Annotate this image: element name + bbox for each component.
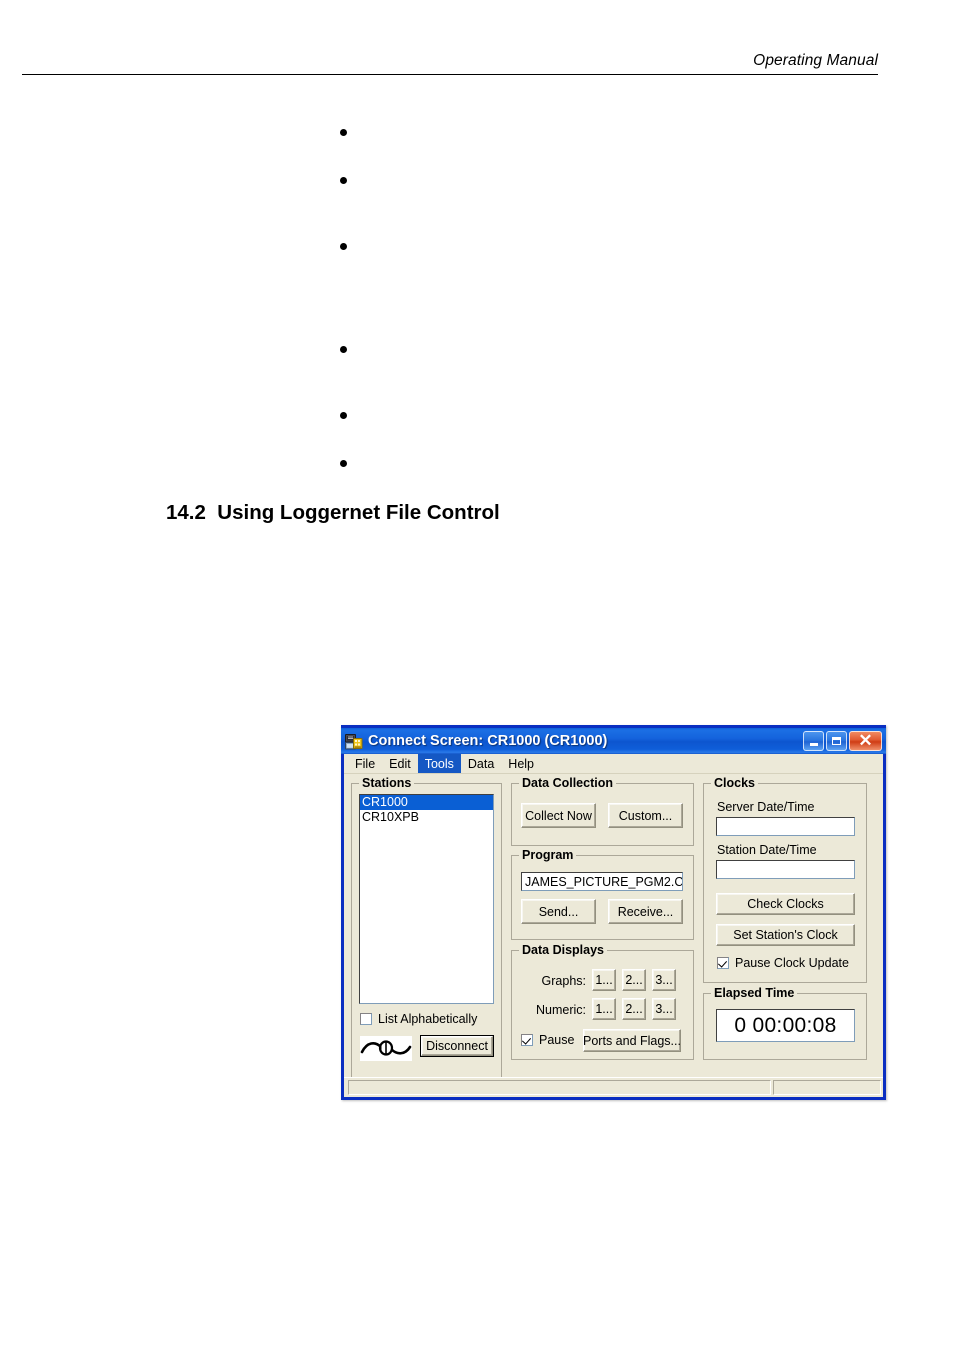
- bullet-dot-icon: [340, 129, 347, 136]
- maximize-icon: [832, 737, 841, 745]
- checkbox-box-icon: [360, 1013, 372, 1025]
- checkbox-check-icon: [717, 957, 729, 969]
- close-button[interactable]: ✕: [849, 731, 882, 751]
- menubar: File Edit Tools Data Help: [344, 754, 883, 774]
- menu-edit[interactable]: Edit: [382, 754, 418, 773]
- clocks-group-title: Clocks: [711, 776, 758, 790]
- elapsed-time-group-title: Elapsed Time: [711, 986, 798, 1000]
- graph-3-button[interactable]: 3...: [652, 969, 676, 991]
- window-controls: ✕: [803, 731, 882, 751]
- server-datetime-label: Server Date/Time: [717, 800, 815, 814]
- graphs-label: Graphs:: [541, 974, 586, 988]
- program-filename-field[interactable]: JAMES_PICTURE_PGM2.CR1: [521, 872, 683, 891]
- checkbox-check-icon: [521, 1034, 533, 1046]
- list-item: [340, 238, 361, 250]
- bullet-dot-icon: [340, 412, 347, 419]
- stations-group: Stations CR1000 CR10XPB List Alphabetica…: [351, 776, 502, 1083]
- list-item: [340, 341, 361, 353]
- menu-data[interactable]: Data: [461, 754, 501, 773]
- collect-now-button[interactable]: Collect Now: [521, 803, 596, 828]
- minimize-button[interactable]: [803, 731, 824, 751]
- custom-collect-button[interactable]: Custom...: [608, 803, 683, 828]
- statusbar-message-pane: [348, 1080, 771, 1095]
- window-titlebar[interactable]: Connect Screen: CR1000 (CR1000) ✕: [341, 725, 886, 754]
- statusbar-secondary-pane: [773, 1080, 881, 1095]
- numeric-label: Numeric:: [535, 1003, 586, 1017]
- station-datetime-label: Station Date/Time: [717, 843, 817, 857]
- menu-tools[interactable]: Tools: [417, 754, 461, 773]
- graph-1-button[interactable]: 1...: [592, 969, 616, 991]
- pause-label: Pause: [539, 1033, 575, 1047]
- list-item: [340, 455, 361, 467]
- elapsed-time-value: 0 00:00:08: [716, 1009, 855, 1042]
- connection-cable-icon: [360, 1036, 412, 1061]
- window-title: Connect Screen: CR1000 (CR1000): [368, 733, 608, 749]
- page-title: 14.2 Using Loggernet File Control: [166, 501, 500, 524]
- menu-help[interactable]: Help: [501, 754, 541, 773]
- close-icon: ✕: [858, 730, 873, 750]
- list-item[interactable]: CR1000: [360, 795, 493, 810]
- list-item: [340, 172, 361, 184]
- program-group: Program JAMES_PICTURE_PGM2.CR1 Send... R…: [511, 848, 694, 940]
- check-clocks-button[interactable]: Check Clocks: [716, 893, 855, 915]
- list-item: [340, 124, 361, 136]
- list-item[interactable]: CR10XPB: [360, 810, 493, 825]
- numeric-3-button[interactable]: 3...: [652, 998, 676, 1020]
- statusbar: [344, 1077, 883, 1097]
- list-alphabetically-checkbox[interactable]: List Alphabetically: [360, 1012, 477, 1026]
- maximize-button[interactable]: [826, 731, 847, 751]
- menu-file[interactable]: File: [348, 754, 382, 773]
- stations-listbox[interactable]: CR1000 CR10XPB: [359, 794, 494, 1004]
- bullet-dot-icon: [340, 460, 347, 467]
- pause-checkbox[interactable]: Pause: [521, 1033, 574, 1047]
- ports-and-flags-button[interactable]: Ports and Flags...: [583, 1029, 681, 1052]
- data-displays-group: Data Displays Graphs: 1... 2... 3... Num…: [511, 943, 694, 1060]
- list-alphabetically-label: List Alphabetically: [378, 1012, 478, 1026]
- set-stations-clock-button[interactable]: Set Station's Clock: [716, 924, 855, 946]
- bullet-dot-icon: [340, 177, 347, 184]
- connect-screen-window: Connect Screen: CR1000 (CR1000) ✕ File E…: [341, 725, 886, 1100]
- numeric-1-button[interactable]: 1...: [592, 998, 616, 1020]
- clocks-group: Clocks Server Date/Time Station Date/Tim…: [703, 776, 867, 983]
- disconnect-button[interactable]: Disconnect: [420, 1035, 494, 1057]
- disconnect-button-label: Disconnect: [421, 1036, 493, 1056]
- data-collection-group-title: Data Collection: [519, 776, 616, 790]
- pause-clock-update-checkbox[interactable]: Pause Clock Update: [717, 956, 849, 970]
- send-program-button[interactable]: Send...: [521, 899, 596, 924]
- header-rule: [22, 74, 878, 75]
- list-item: [340, 407, 361, 419]
- window-client-area: Stations CR1000 CR10XPB List Alphabetica…: [344, 774, 883, 1101]
- minimize-icon: [809, 743, 818, 746]
- program-group-title: Program: [519, 848, 577, 862]
- datalogger-station-icon: [345, 733, 363, 751]
- station-datetime-field[interactable]: [716, 860, 855, 879]
- bullet-dot-icon: [340, 346, 347, 353]
- pause-clock-update-label: Pause Clock Update: [735, 956, 849, 970]
- elapsed-time-group: Elapsed Time 0 00:00:08: [703, 986, 867, 1060]
- data-collection-group: Data Collection Collect Now Custom...: [511, 776, 694, 846]
- data-displays-group-title: Data Displays: [519, 943, 607, 957]
- stations-group-title: Stations: [359, 776, 415, 790]
- page-running-header: Operating Manual: [22, 52, 878, 70]
- graph-2-button[interactable]: 2...: [622, 969, 646, 991]
- bullet-dot-icon: [340, 243, 347, 250]
- receive-program-button[interactable]: Receive...: [608, 899, 683, 924]
- running-header-text: Operating Manual: [753, 52, 878, 69]
- numeric-2-button[interactable]: 2...: [622, 998, 646, 1020]
- server-datetime-field[interactable]: [716, 817, 855, 836]
